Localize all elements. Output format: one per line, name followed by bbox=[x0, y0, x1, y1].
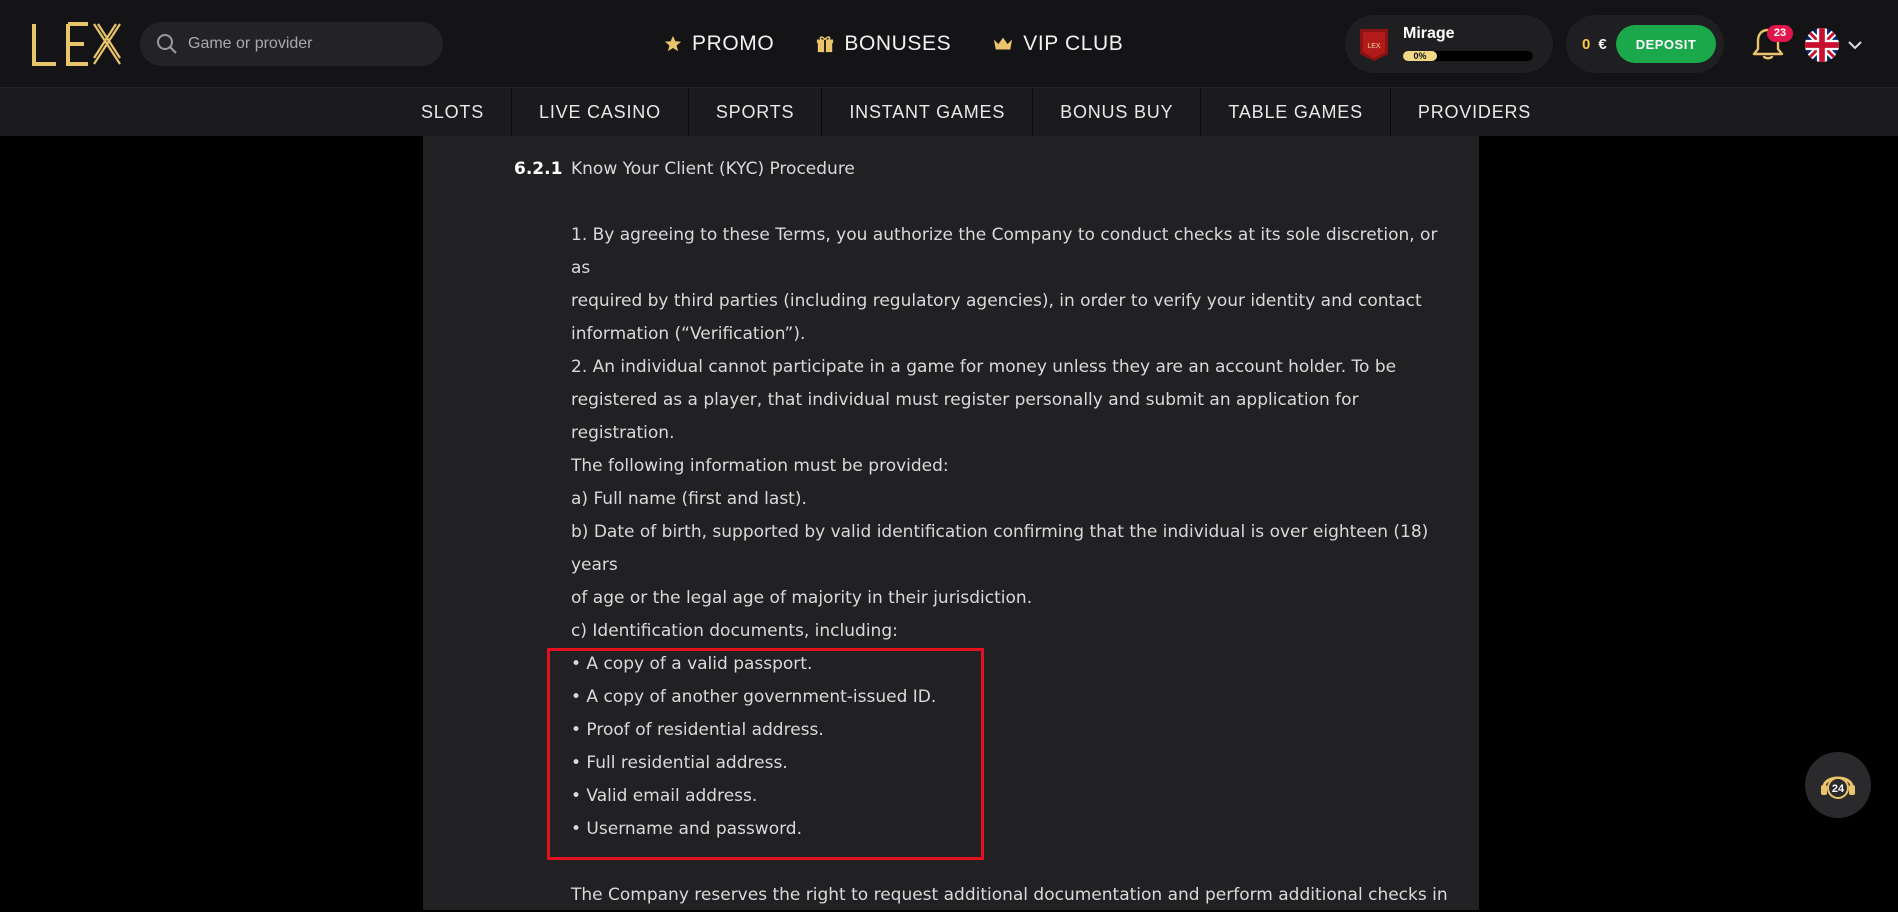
text-line: 1. By agreeing to these Terms, you autho… bbox=[571, 225, 1438, 278]
profile-widget[interactable]: LEX Mirage 0% bbox=[1345, 15, 1553, 73]
text-line: registered as a player, that individual … bbox=[571, 390, 1359, 443]
balance-currency: € bbox=[1598, 35, 1607, 53]
uk-flag-icon bbox=[1805, 28, 1839, 62]
category-slots[interactable]: SLOTS bbox=[394, 88, 511, 137]
crown-icon bbox=[994, 37, 1013, 50]
category-sports[interactable]: SPORTS bbox=[687, 88, 822, 137]
text-line: The Company reserves the right to reques… bbox=[571, 885, 1448, 905]
text-line: b) Date of birth, supported by valid ide… bbox=[571, 522, 1429, 575]
rank-badge-icon: LEX bbox=[1360, 29, 1388, 61]
vip-progress-label: 0% bbox=[1403, 51, 1437, 61]
support-label: 24 bbox=[1832, 783, 1845, 795]
category-bonus-buy[interactable]: BONUS BUY bbox=[1032, 88, 1200, 137]
star-icon bbox=[664, 35, 682, 52]
balance-amount: 0 bbox=[1582, 35, 1591, 53]
search-input[interactable] bbox=[188, 35, 428, 53]
top-nav: PROMO BONUSES VIP CLUB bbox=[664, 26, 1123, 62]
gift-icon bbox=[817, 36, 834, 53]
chevron-down-icon bbox=[1848, 41, 1862, 50]
text-line: c) Identification documents, including: bbox=[571, 621, 898, 641]
notifications-button[interactable]: 23 bbox=[1750, 25, 1793, 64]
support-24-icon: 24 bbox=[1821, 776, 1855, 799]
search-bar[interactable] bbox=[140, 22, 443, 66]
svg-text:LEX: LEX bbox=[1367, 43, 1381, 50]
nav-promo-label: PROMO bbox=[692, 32, 775, 55]
search-icon bbox=[156, 33, 178, 55]
profile-name: Mirage bbox=[1403, 25, 1455, 42]
wallet-widget: 0 € DEPOSIT bbox=[1566, 15, 1724, 73]
category-table-games[interactable]: TABLE GAMES bbox=[1200, 88, 1390, 137]
nav-vip-club[interactable]: VIP CLUB bbox=[993, 32, 1123, 56]
nav-bonuses[interactable]: BONUSES bbox=[816, 32, 951, 56]
category-providers[interactable]: PROVIDERS bbox=[1389, 88, 1558, 137]
text-line: required by third parties (including reg… bbox=[571, 291, 1422, 311]
text-line: a) Full name (first and last). bbox=[571, 489, 807, 509]
category-nav: SLOTS LIVE CASINO SPORTS INSTANT GAMES B… bbox=[0, 87, 1898, 137]
lex-logo[interactable] bbox=[30, 19, 122, 69]
text-line: The following information must be provid… bbox=[571, 456, 949, 476]
paragraph-verification: 1. By agreeing to these Terms, you autho… bbox=[571, 219, 1451, 351]
category-live-casino[interactable]: LIVE CASINO bbox=[511, 88, 688, 137]
nav-promo[interactable]: PROMO bbox=[664, 32, 774, 56]
lex-logo-icon bbox=[32, 22, 121, 66]
deposit-button[interactable]: DEPOSIT bbox=[1616, 25, 1716, 63]
terms-content: 6.2.1 Know Your Client (KYC) Procedure 1… bbox=[423, 136, 1479, 910]
nav-bonuses-label: BONUSES bbox=[844, 32, 952, 55]
notification-count-badge: 23 bbox=[1767, 25, 1793, 42]
section-title: Know Your Client (KYC) Procedure bbox=[571, 159, 855, 179]
support-chat-button[interactable]: 24 bbox=[1805, 752, 1871, 818]
category-instant-games[interactable]: INSTANT GAMES bbox=[821, 88, 1032, 137]
text-line: 2. An individual cannot participate in a… bbox=[571, 357, 1397, 377]
section-number: 6.2.1 bbox=[514, 159, 563, 179]
paragraph-required-info: a) Full name (first and last). b) Date o… bbox=[571, 483, 1451, 648]
paragraph-registration: 2. An individual cannot participate in a… bbox=[571, 351, 1451, 483]
text-line: information (“Verification”). bbox=[571, 324, 806, 344]
text-line: of age or the legal age of majority in t… bbox=[571, 588, 1033, 608]
highlight-box bbox=[547, 648, 984, 860]
nav-vip-club-label: VIP CLUB bbox=[1023, 32, 1124, 55]
language-selector[interactable] bbox=[1805, 28, 1863, 62]
site-header: PROMO BONUSES VIP CLUB LEX Mirage 0% 0 €… bbox=[0, 0, 1898, 87]
paragraph-additional-checks: The Company reserves the right to reques… bbox=[571, 879, 1451, 912]
